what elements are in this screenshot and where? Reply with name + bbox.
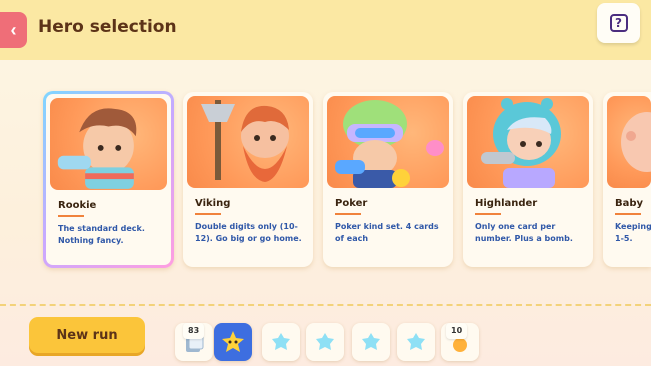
gem-slot[interactable] [352,323,390,361]
hero-description: Poker kind set. 4 cards of each [335,222,439,243]
hero-portrait-poker [327,96,449,188]
new-run-button[interactable]: New run [29,317,145,353]
hero-portrait-baby [607,96,651,188]
hero-description: Double digits only (10-12). Go big or go… [195,222,302,243]
name-underline [195,213,221,215]
hero-description: The standard deck. Nothing fancy. [58,224,145,245]
hero-name: Highlander [475,198,538,209]
flower-gem-icon [316,333,334,350]
name-underline [335,213,361,215]
flower-gem-icon [407,333,425,350]
name-underline [615,213,641,215]
flower-gem-icon [272,333,290,350]
name-underline [475,213,501,215]
help-button[interactable]: ? [597,3,640,43]
gem-slot[interactable] [306,323,344,361]
hero-name: Rookie [58,200,97,211]
hero-portrait-highlander [467,96,589,188]
hero-portrait-viking [187,96,309,188]
question-mark-icon: ? [609,14,628,32]
hero-card-poker[interactable]: Poker Poker kind set. 4 cards of each [323,92,453,267]
gem-slot[interactable] [262,323,300,361]
deck-count-badge: 83 [183,323,205,339]
hero-card-highlander[interactable]: Highlander Only one card per number. Plu… [463,92,593,267]
hero-card-baby[interactable]: Baby Keeping 1-5. [603,92,651,267]
hero-name: Baby [615,198,644,209]
section-divider [0,304,651,306]
bomb-count-badge: 10 [446,323,468,339]
hero-name: Poker [335,198,368,209]
hero-description: Keeping 1-5. [615,222,651,243]
chevron-left-icon: ‹ [10,19,17,40]
hero-portrait-rookie [50,98,167,190]
star-gem-icon [222,331,244,352]
hero-name: Viking [195,198,231,209]
page-title: Hero selection [38,17,177,37]
gem-slot-active[interactable] [214,323,252,361]
hero-card-rookie[interactable]: Rookie The standard deck. Nothing fancy. [43,91,174,268]
name-underline [58,215,84,217]
flower-gem-icon [362,333,380,350]
gem-slot[interactable] [397,323,435,361]
hero-description: Only one card per number. Plus a bomb. [475,222,573,243]
back-button[interactable]: ‹ [0,12,27,48]
hero-card-viking[interactable]: Viking Double digits only (10-12). Go bi… [183,92,313,267]
